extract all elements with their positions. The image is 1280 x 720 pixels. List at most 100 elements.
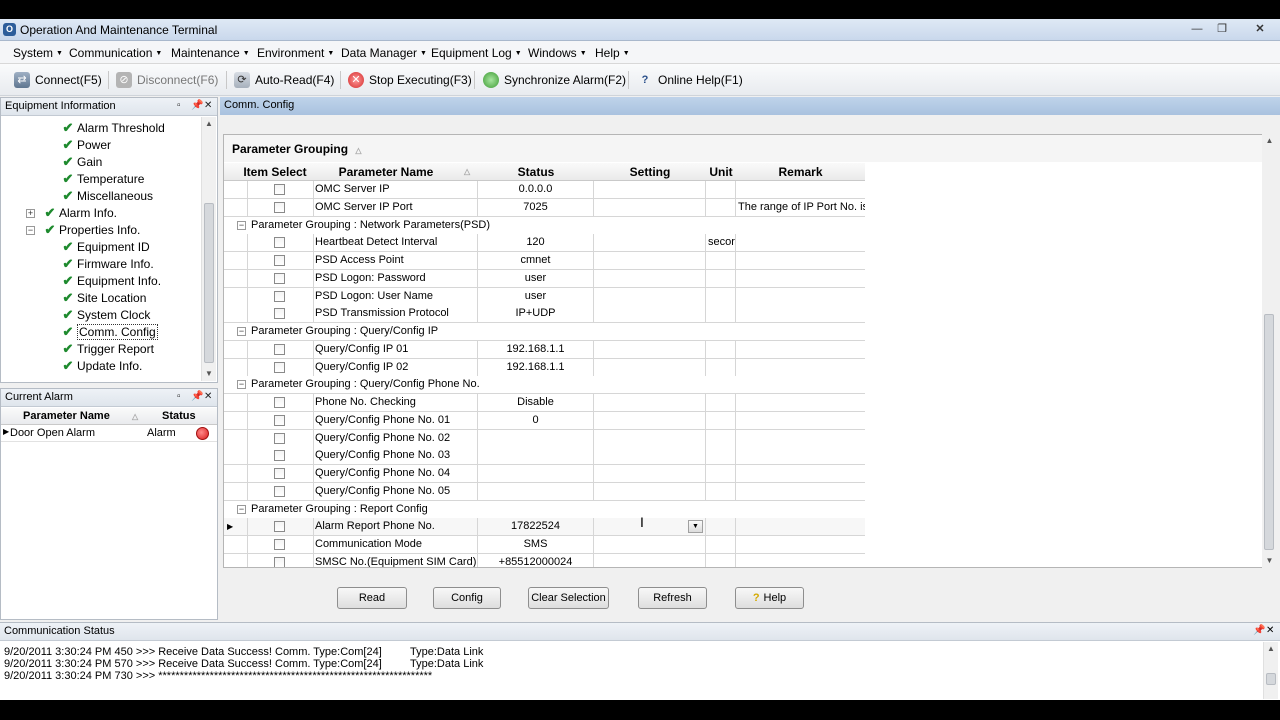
col-unit[interactable]: Unit	[706, 165, 736, 179]
disconnect-button[interactable]: ⊘ Disconnect(F6)	[116, 70, 218, 90]
table-row[interactable]: OMC Server IP Port 7025 The range of IP Po…	[224, 198, 865, 217]
col-parameter-name[interactable]: Parameter Name	[314, 165, 458, 179]
read-button[interactable]: Read	[337, 587, 407, 609]
tree-item-firmware-info[interactable]: ✔ Firmware Info.	[59, 255, 154, 272]
table-row[interactable]: SMSC No.(Equipment SIM Card) +85512000024	[224, 553, 865, 567]
tree-item-miscellaneous[interactable]: ✔ Miscellaneous	[59, 187, 154, 204]
col-item-select[interactable]: Item Select	[242, 165, 308, 179]
group-row[interactable]: − Parameter Grouping : Report Config	[224, 500, 865, 519]
tree-item-system-clock[interactable]: ✔ System Clock	[59, 306, 151, 323]
item-select-checkbox[interactable]	[274, 184, 285, 195]
scroll-down-arrow[interactable]: ▼	[202, 369, 216, 378]
online-help-button[interactable]: ? Online Help(F1)	[637, 70, 743, 90]
menu-equipment-log[interactable]: Equipment Log ▼	[431, 46, 522, 60]
tree-item-gain[interactable]: ✔ Gain	[59, 153, 103, 170]
item-select-checkbox[interactable]	[274, 450, 285, 462]
group-row[interactable]: − Parameter Grouping : Network Parameters…	[224, 216, 865, 235]
scrollbar-thumb[interactable]	[1266, 673, 1276, 685]
setting-cell[interactable]	[594, 181, 706, 198]
menu-maintenance[interactable]: Maintenance ▼	[171, 46, 250, 60]
item-select-cell[interactable]	[248, 429, 314, 447]
table-row[interactable]: Query/Config Phone No. 04	[224, 465, 865, 483]
item-select-checkbox[interactable]	[274, 521, 285, 533]
float-icon[interactable]: ▫	[177, 100, 181, 111]
menu-communication[interactable]: Communication ▼	[69, 46, 162, 60]
tree-item-equipment-id[interactable]: ✔ Equipment ID	[59, 238, 150, 255]
stop-executing-button[interactable]: ✕ Stop Executing(F3)	[348, 70, 472, 90]
item-select-cell[interactable]	[248, 269, 314, 287]
item-select-checkbox[interactable]	[274, 272, 285, 284]
scrollbar-thumb[interactable]	[1264, 314, 1274, 550]
scroll-up-arrow[interactable]: ▲	[1264, 644, 1278, 653]
collapse-icon[interactable]: −	[26, 226, 35, 235]
item-select-checkbox[interactable]	[274, 290, 285, 302]
dropdown-arrow-icon[interactable]: ▼	[688, 520, 703, 534]
pane-close-icon[interactable]: ✕	[204, 100, 212, 111]
tree-item-comm-config[interactable]: ✔ Comm. Config	[59, 323, 158, 340]
float-icon[interactable]: ▫	[177, 391, 181, 402]
item-select-cell[interactable]	[248, 305, 314, 323]
table-row[interactable]: OMC Server IP 0.0.0.0	[224, 181, 865, 199]
table-row[interactable]: Alarm Report Phone No. 17822524 ▼	[224, 518, 865, 537]
expand-icon[interactable]: +	[26, 209, 35, 218]
item-select-checkbox[interactable]	[274, 432, 285, 444]
item-select-checkbox[interactable]	[274, 468, 285, 479]
setting-cell[interactable]	[594, 358, 706, 376]
table-row[interactable]: Query/Config Phone No. 03	[224, 447, 865, 466]
item-select-cell[interactable]	[248, 234, 314, 252]
group-row[interactable]: − Parameter Grouping : Query/Config IP	[224, 323, 865, 341]
item-select-cell[interactable]	[248, 358, 314, 376]
item-select-cell[interactable]	[248, 287, 314, 305]
item-select-cell[interactable]	[248, 181, 314, 198]
table-row[interactable]: PSD Logon: Password user	[224, 269, 865, 288]
setting-cell[interactable]	[594, 482, 706, 500]
pin-icon[interactable]: 📌	[191, 391, 203, 402]
table-row[interactable]: Query/Config IP 01 192.168.1.1	[224, 340, 865, 359]
refresh-button[interactable]: Refresh	[638, 587, 707, 609]
config-button[interactable]: Config	[433, 587, 501, 609]
item-select-checkbox[interactable]	[274, 237, 285, 249]
collapse-icon[interactable]: −	[237, 220, 246, 230]
restore-button[interactable]: ❐	[1210, 21, 1234, 37]
setting-cell[interactable]	[594, 269, 706, 287]
item-select-cell[interactable]	[248, 465, 314, 482]
comm-status-scrollbar[interactable]: ▲	[1263, 642, 1278, 699]
setting-cell[interactable]	[594, 287, 706, 305]
table-row[interactable]: Query/Config Phone No. 02	[224, 429, 865, 448]
item-select-checkbox[interactable]	[274, 539, 285, 550]
item-select-cell[interactable]	[248, 394, 314, 411]
tree-item-power[interactable]: ✔ Power	[59, 136, 111, 153]
item-select-cell[interactable]	[248, 482, 314, 500]
setting-cell[interactable]	[594, 447, 706, 465]
group-by-bar[interactable]: Parameter Grouping △	[224, 135, 1264, 162]
setting-cell[interactable]	[594, 394, 706, 411]
grid-scrollbar[interactable]: ▲ ▼	[1262, 134, 1277, 568]
pane-close-icon[interactable]: ✕	[204, 391, 212, 402]
pane-close-icon[interactable]: ✕	[1266, 625, 1274, 636]
menu-data-manager[interactable]: Data Manager ▼	[341, 46, 427, 60]
setting-cell[interactable]	[594, 198, 706, 216]
setting-cell[interactable]	[594, 411, 706, 429]
col-remark[interactable]: Remark	[736, 165, 865, 179]
table-row[interactable]: Heartbeat Detect Interval 120 secor	[224, 234, 865, 253]
setting-cell[interactable]	[594, 536, 706, 553]
setting-cell[interactable]	[594, 465, 706, 482]
setting-cell[interactable]	[594, 429, 706, 447]
item-select-checkbox[interactable]	[274, 255, 285, 266]
menu-windows[interactable]: Windows ▼	[528, 46, 587, 60]
item-select-cell[interactable]	[248, 518, 314, 536]
setting-cell[interactable]	[594, 305, 706, 323]
item-select-checkbox[interactable]	[274, 308, 285, 320]
collapse-icon[interactable]: −	[237, 327, 246, 336]
item-select-checkbox[interactable]	[274, 397, 285, 408]
tree-item-site-location[interactable]: ✔ Site Location	[59, 289, 147, 306]
item-select-checkbox[interactable]	[274, 343, 285, 355]
connect-button[interactable]: ⇄ Connect(F5)	[14, 70, 102, 90]
scroll-up-arrow[interactable]: ▲	[202, 119, 216, 128]
menu-help[interactable]: Help ▼	[595, 46, 630, 60]
item-select-checkbox[interactable]	[274, 201, 285, 213]
tree-item-temperature[interactable]: ✔ Temperature	[59, 170, 145, 187]
alarm-row[interactable]: ▶ Door Open Alarm Alarm	[1, 425, 217, 442]
table-row[interactable]: Query/Config Phone No. 01 0	[224, 411, 865, 430]
tree-item-update-info[interactable]: ✔ Update Info.	[59, 357, 143, 374]
